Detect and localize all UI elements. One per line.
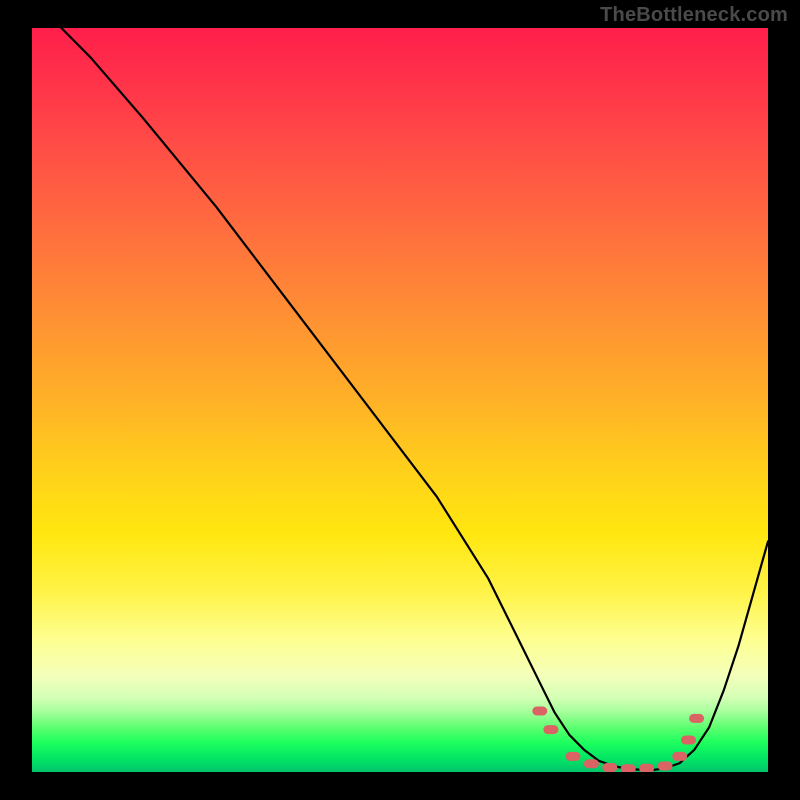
optimal-marker <box>532 707 547 716</box>
optimal-marker <box>689 714 704 723</box>
optimal-marker <box>681 736 696 745</box>
optimal-marker <box>602 763 617 772</box>
chart-frame: TheBottleneck.com <box>0 0 800 800</box>
optimal-marker <box>672 752 687 761</box>
optimal-marker <box>584 759 599 768</box>
plot-area <box>32 28 768 772</box>
optimal-marker <box>566 752 581 761</box>
chart-svg <box>32 28 768 772</box>
optimal-marker <box>639 764 654 772</box>
optimal-marker <box>621 764 636 772</box>
optimal-marker <box>543 725 558 734</box>
optimal-marker <box>658 762 673 771</box>
watermark-text: TheBottleneck.com <box>600 4 788 27</box>
bottleneck-curve <box>61 28 768 770</box>
